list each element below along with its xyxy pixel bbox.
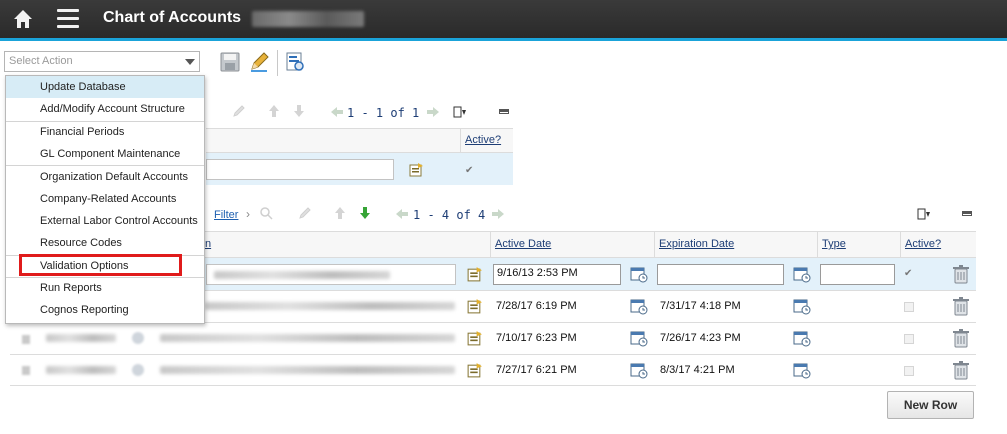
blurred-lookup-icon — [132, 364, 144, 376]
highlight-box — [19, 254, 182, 276]
grid2-pager: 1 - 4 of 4 — [413, 208, 486, 222]
calendar-icon[interactable] — [630, 265, 648, 283]
menu-item-organization-default-accounts[interactable]: Organization Default Accounts — [6, 166, 204, 188]
blurred-row-icon — [22, 335, 30, 344]
blurred-description — [160, 334, 455, 342]
blurred-description — [160, 366, 455, 374]
action-menu: Update Database Add/Modify Account Struc… — [5, 75, 205, 324]
next-page-icon[interactable] — [426, 106, 440, 118]
grid2-header-type[interactable]: Type — [822, 238, 846, 250]
calendar-icon[interactable] — [793, 297, 811, 315]
menu-item-gl-component-maintenance[interactable]: GL Component Maintenance — [6, 143, 204, 165]
table-row[interactable] — [10, 355, 976, 385]
download-icon[interactable] — [917, 207, 931, 221]
blurred-description — [214, 271, 390, 279]
grid2-header-expiration-date[interactable]: Expiration Date — [659, 238, 734, 250]
lookup-list-icon[interactable] — [408, 162, 424, 178]
type-input[interactable] — [820, 264, 895, 285]
grid1-name-field[interactable] — [206, 159, 394, 180]
grid1-header-active[interactable]: Active? — [465, 134, 501, 146]
active-date: 7/27/17 6:21 PM — [496, 364, 577, 376]
calendar-icon[interactable] — [630, 297, 648, 315]
minimize-icon[interactable] — [962, 211, 972, 216]
blurred-title-suffix — [252, 11, 364, 27]
menu-item-cognos-reporting[interactable]: Cognos Reporting — [6, 299, 204, 321]
chevron-right-icon[interactable]: › — [246, 207, 250, 221]
arrow-up-icon — [335, 207, 345, 219]
active-date: 7/10/17 6:23 PM — [496, 332, 577, 344]
active-date-input[interactable]: 9/16/13 2:53 PM — [493, 264, 621, 285]
arrow-down-icon[interactable] — [358, 206, 372, 220]
calendar-icon[interactable] — [793, 361, 811, 379]
trash-icon[interactable] — [952, 264, 970, 284]
blurred-lookup-icon — [132, 332, 144, 344]
lookup-list-icon[interactable] — [466, 330, 483, 347]
grid2-header-active-date[interactable]: Active Date — [495, 238, 551, 250]
table-bottom — [10, 385, 976, 386]
blurred-account-code — [46, 366, 116, 374]
arrow-up-icon — [269, 105, 279, 117]
table-row[interactable] — [10, 323, 976, 354]
download-icon[interactable] — [453, 105, 467, 119]
calendar-icon[interactable] — [793, 329, 811, 347]
save-icon[interactable] — [219, 51, 241, 73]
grid2-header-name[interactable]: n — [205, 238, 211, 250]
edit-icon — [299, 207, 311, 219]
select-action-dropdown[interactable]: Select Action — [4, 51, 200, 72]
active-date: 7/28/17 6:19 PM — [496, 300, 577, 312]
home-icon[interactable] — [12, 8, 34, 30]
lookup-list-icon[interactable] — [466, 298, 483, 315]
header-accent-line — [0, 38, 1007, 41]
active-checkmark[interactable]: ✔ — [904, 268, 912, 279]
menu-item-company-related-accounts[interactable]: Company-Related Accounts — [6, 188, 204, 210]
blurred-description — [205, 302, 455, 310]
grid1-pager: 1 - 1 of 1 — [347, 106, 420, 120]
menu-item-financial-periods[interactable]: Financial Periods — [6, 121, 204, 143]
expiration-date: 7/26/17 4:23 PM — [660, 332, 741, 344]
menu-icon[interactable] — [57, 9, 79, 29]
lookup-list-icon[interactable] — [466, 362, 483, 379]
active-checkbox[interactable] — [904, 334, 914, 344]
arrow-down-icon — [294, 105, 304, 117]
active-checkbox[interactable] — [904, 366, 914, 376]
trash-icon[interactable] — [952, 328, 970, 348]
menu-item-add-modify-account-structure[interactable]: Add/Modify Account Structure — [6, 98, 204, 120]
report-icon[interactable] — [284, 51, 306, 73]
page-title: Chart of Accounts — [103, 9, 242, 26]
menu-item-update-database[interactable]: Update Database — [6, 76, 204, 98]
grid2-header-active[interactable]: Active? — [905, 238, 941, 250]
select-action-placeholder: Select Action — [9, 55, 73, 67]
calendar-icon[interactable] — [630, 361, 648, 379]
filter-link[interactable]: Filter — [214, 209, 238, 221]
toolbar-divider — [277, 50, 278, 76]
edit-icon[interactable] — [248, 51, 270, 73]
menu-item-run-reports[interactable]: Run Reports — [6, 277, 204, 299]
menu-item-resource-codes[interactable]: Resource Codes — [6, 232, 204, 254]
blurred-row-icon — [22, 366, 30, 375]
new-row-button[interactable]: New Row — [887, 391, 974, 419]
blurred-account-code — [46, 334, 116, 342]
edit-icon — [233, 105, 245, 117]
expiration-date: 7/31/17 4:18 PM — [660, 300, 741, 312]
lookup-list-icon[interactable] — [466, 266, 483, 283]
calendar-icon[interactable] — [793, 265, 811, 283]
grid1-active-checkmark[interactable]: ✔ — [465, 165, 473, 176]
chevron-down-icon — [185, 59, 195, 65]
expiration-date-input[interactable] — [657, 264, 784, 285]
search-icon[interactable] — [259, 206, 273, 220]
active-checkbox[interactable] — [904, 302, 914, 312]
trash-icon[interactable] — [952, 296, 970, 316]
trash-icon[interactable] — [952, 360, 970, 380]
menu-item-external-labor-control-accounts[interactable]: External Labor Control Accounts — [6, 210, 204, 232]
calendar-icon[interactable] — [630, 329, 648, 347]
previous-page-icon[interactable] — [330, 106, 344, 118]
minimize-icon[interactable] — [499, 109, 509, 114]
expiration-date: 8/3/17 4:21 PM — [660, 364, 735, 376]
next-page-icon[interactable] — [491, 208, 505, 220]
previous-page-icon[interactable] — [395, 208, 409, 220]
